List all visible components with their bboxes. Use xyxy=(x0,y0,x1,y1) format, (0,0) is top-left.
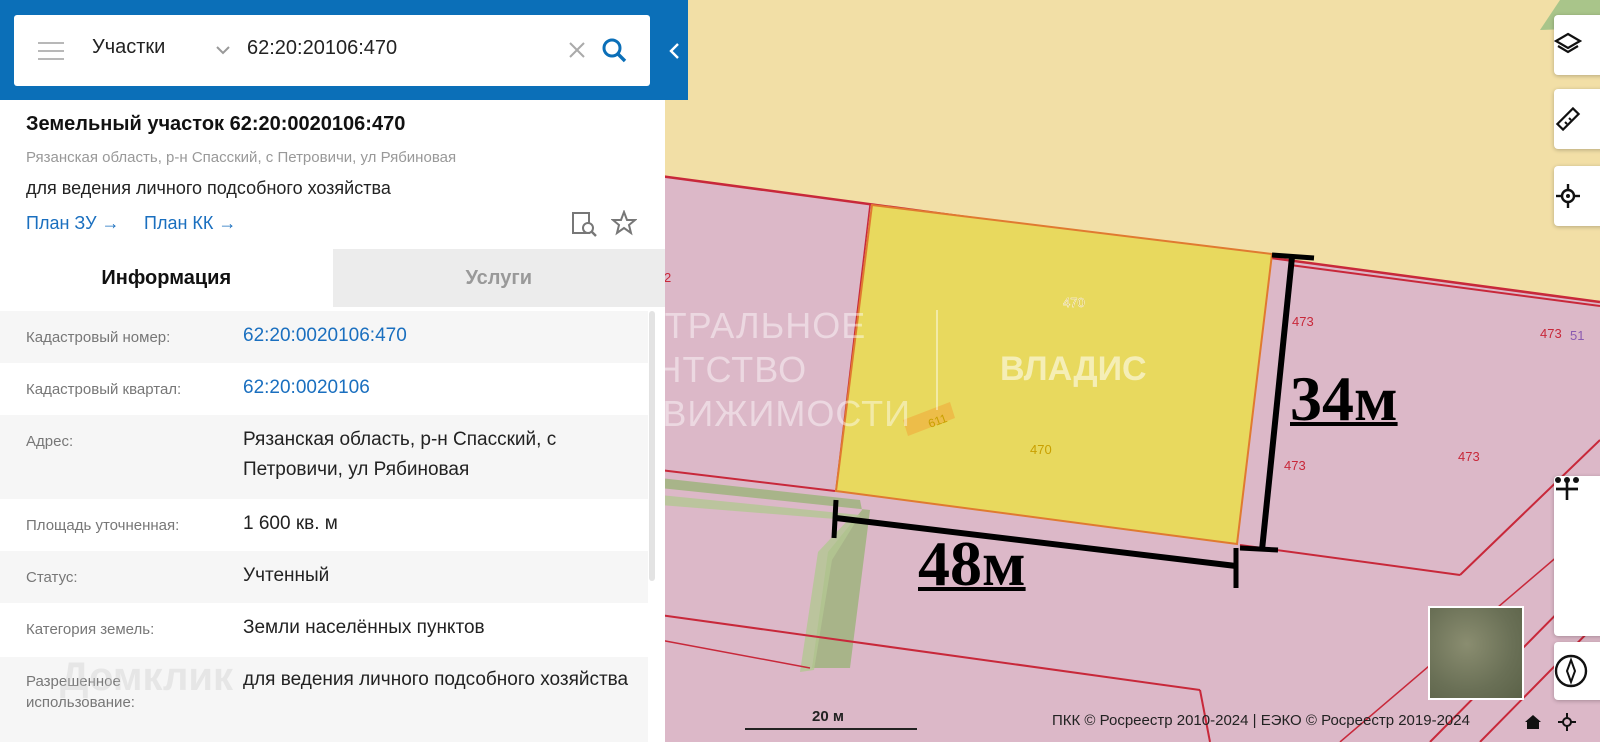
close-icon[interactable] xyxy=(566,39,588,61)
tab-info[interactable]: Информация xyxy=(0,249,333,307)
home-icon[interactable] xyxy=(1524,714,1542,730)
parcel-label-473: 473 xyxy=(1458,449,1480,464)
dimension-tick xyxy=(1239,545,1279,553)
info-row: Статус: Учтенный xyxy=(0,551,648,603)
cadastral-quarter-link[interactable]: 62:20:0020106 xyxy=(243,373,633,403)
zoom-control xyxy=(1554,476,1600,636)
parcel-title: Земельный участок 62:20:0020106:470 xyxy=(26,113,406,135)
plan-zu-link[interactable]: План ЗУ → xyxy=(26,213,120,234)
info-value: Учтенный xyxy=(243,565,330,586)
ruler-icon xyxy=(1555,106,1581,132)
watermark-brand: ВЛАДИС xyxy=(1000,350,1147,388)
crosshair-icon xyxy=(1556,184,1580,208)
compass-button[interactable] xyxy=(1554,642,1600,700)
panel-tabs: Информация Услуги xyxy=(0,249,665,307)
info-label: Кадастровый квартал: xyxy=(26,381,182,398)
info-row: Кадастровый номер: 62:20:0020106:470 xyxy=(0,311,648,363)
satellite-basemap-toggle[interactable] xyxy=(1428,606,1524,700)
map-attribution: ПКК © Росреестр 2010-2024 | ЕЭКО © Росре… xyxy=(1052,712,1470,729)
document-search-icon[interactable] xyxy=(570,210,598,238)
parcel-label-473: 473 xyxy=(1284,458,1306,473)
parcel-purpose: для ведения личного подсобного хозяйства xyxy=(26,178,391,198)
scale-bar xyxy=(745,728,917,730)
info-row: Адрес: Рязанская область, р-н Спасский, … xyxy=(0,415,648,499)
locate-button[interactable] xyxy=(1554,166,1600,226)
zoom-out-button[interactable] xyxy=(1554,487,1600,628)
info-label: Площадь уточненная: xyxy=(26,517,180,534)
star-icon[interactable] xyxy=(611,210,637,236)
info-row: Площадь уточненная: 1 600 кв. м xyxy=(0,499,648,551)
dimension-label-height: 34м xyxy=(1290,363,1398,434)
dimension-label-width: 48м xyxy=(918,528,1026,599)
compass-icon xyxy=(1554,654,1588,688)
parcel-label-470: 470 xyxy=(1063,295,1085,310)
search-icon[interactable] xyxy=(600,36,628,64)
info-value: 1 600 кв. м xyxy=(243,513,338,534)
chevron-left-icon[interactable] xyxy=(666,40,684,62)
info-label: Адрес: xyxy=(26,433,74,450)
info-value: для ведения личного подсобного хозяйства xyxy=(243,669,629,690)
search-box: Участки 62:20:20106:470 xyxy=(14,15,650,86)
scale-label: 20 м xyxy=(812,708,844,725)
layer-select[interactable]: Участки xyxy=(92,36,165,59)
watermark-domclick: Домклик xyxy=(60,655,234,699)
info-label: Кадастровый номер: xyxy=(26,329,171,346)
info-panel: Земельный участок 62:20:0020106:470 Ряза… xyxy=(0,0,665,742)
parcel-label-473: 473 xyxy=(1540,326,1562,341)
tab-services[interactable]: Услуги xyxy=(332,249,665,307)
info-label: Статус: xyxy=(26,569,78,586)
search-header: Участки 62:20:20106:470 xyxy=(0,0,688,100)
parcel-address: Рязанская область, р-н Спасский, с Петро… xyxy=(26,149,457,166)
dimension-tick xyxy=(1271,252,1315,261)
parcel-label-51: 51 xyxy=(1570,328,1584,343)
info-value: Земли населённых пунктов xyxy=(243,617,485,638)
layers-icon xyxy=(1554,32,1582,54)
info-value: Рязанская область, р-н Спасский, с Петро… xyxy=(243,429,557,480)
search-input[interactable]: 62:20:20106:470 xyxy=(247,37,397,60)
parcel-label-473: 473 xyxy=(1292,314,1314,329)
crosshair-small-icon[interactable] xyxy=(1558,713,1576,731)
parcel-label-470: 470 xyxy=(1030,442,1052,457)
minus-icon xyxy=(1556,487,1578,491)
info-row: Кадастровый квартал: 62:20:0020106 xyxy=(0,363,648,415)
info-label: Категория земель: xyxy=(26,621,155,638)
layers-button[interactable] xyxy=(1554,15,1600,75)
plan-kk-link[interactable]: План КК → xyxy=(144,213,236,234)
chevron-down-icon[interactable] xyxy=(214,41,232,59)
ruler-button[interactable] xyxy=(1554,89,1600,149)
menu-icon[interactable] xyxy=(38,42,64,60)
info-row: Категория земель: Земли населённых пункт… xyxy=(0,603,648,657)
dimension-tick xyxy=(831,499,839,539)
panel-scrollbar[interactable] xyxy=(649,311,655,581)
zoom-more-button[interactable] xyxy=(1554,477,1600,570)
cadastral-number-link[interactable]: 62:20:0020106:470 xyxy=(243,321,633,351)
parcel-label-2: 2 xyxy=(664,270,671,285)
